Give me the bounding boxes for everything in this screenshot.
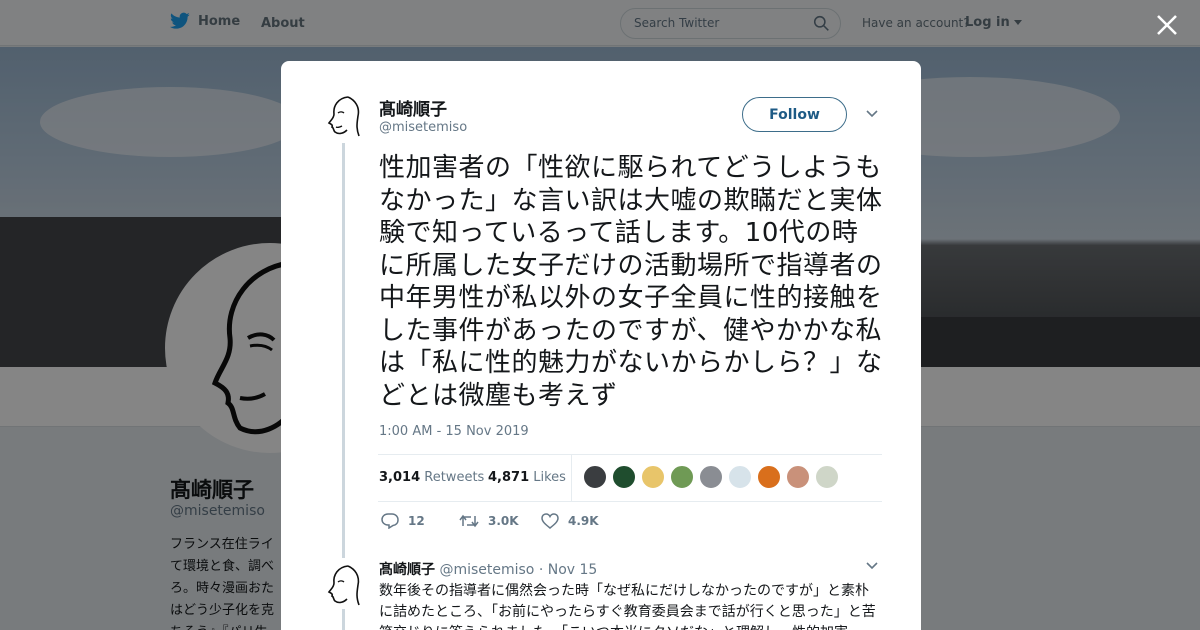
reply-count: 12 [408,514,425,528]
reply-header: 髙崎順子 @misetemiso · Nov 15 [379,559,597,579]
liker-avatar[interactable] [728,465,752,489]
chevron-down-icon[interactable] [865,109,879,119]
liker-avatar[interactable] [612,465,636,489]
retweets-stat[interactable]: 3,014 Retweets [379,470,484,485]
like-count: 4.9K [568,514,599,528]
like-button[interactable]: 4.9K [541,513,599,529]
reply-author-avatar[interactable] [323,563,367,607]
follow-button[interactable]: Follow [742,97,847,132]
liker-avatar[interactable] [699,465,723,489]
reply-separator: · [538,562,544,578]
likes-label: Likes [533,470,566,485]
likes-count: 4,871 [488,470,530,485]
liker-avatar[interactable] [583,465,607,489]
thread-line [342,609,345,630]
liker-avatar[interactable] [786,465,810,489]
stats-divider [571,455,572,501]
retweet-count: 3.0K [488,514,519,528]
thread-line [342,143,345,558]
retweets-count: 3,014 [379,470,421,485]
tweet-stats: 3,014 Retweets 4,871 Likes [378,454,882,502]
reply-text: 数年後その指導者に偶然会った時「なぜ私にだけしなかったのですが」と素朴に詰めたと… [379,583,876,630]
retweet-button[interactable]: 3.0K [459,513,519,529]
reply-author-name[interactable]: 髙崎順子 [379,562,435,578]
author-avatar[interactable] [323,94,367,138]
reply-date[interactable]: Nov 15 [548,562,598,578]
author-name[interactable]: 髙崎順子 [379,95,447,120]
reply-button[interactable]: 12 [381,513,425,529]
liker-avatars [583,465,839,489]
tweet-timestamp[interactable]: 1:00 AM - 15 Nov 2019 [379,424,529,439]
reply-icon [381,513,399,529]
retweet-icon [459,514,479,528]
chevron-down-icon[interactable] [865,561,879,571]
tweet-modal: 髙崎順子 @misetemiso Follow 性加害者の「性欲に駆られてどうし… [281,61,921,630]
retweets-label: Retweets [424,470,485,485]
tweet-text: 性加害者の「性欲に駆られてどうしようもなかった」な言い訳は大嘘の欺瞞だと実体験で… [379,153,883,411]
close-icon[interactable] [1154,12,1180,38]
like-icon [541,513,559,529]
liker-avatar[interactable] [815,465,839,489]
liker-avatar[interactable] [641,465,665,489]
tweet-actions: 12 3.0K 4.9K [381,513,781,533]
liker-avatar[interactable] [670,465,694,489]
likes-stat[interactable]: 4,871 Likes [488,470,566,485]
author-handle[interactable]: @misetemiso [379,120,467,135]
liker-avatar[interactable] [757,465,781,489]
reply-author-handle[interactable]: @misetemiso [439,562,534,578]
